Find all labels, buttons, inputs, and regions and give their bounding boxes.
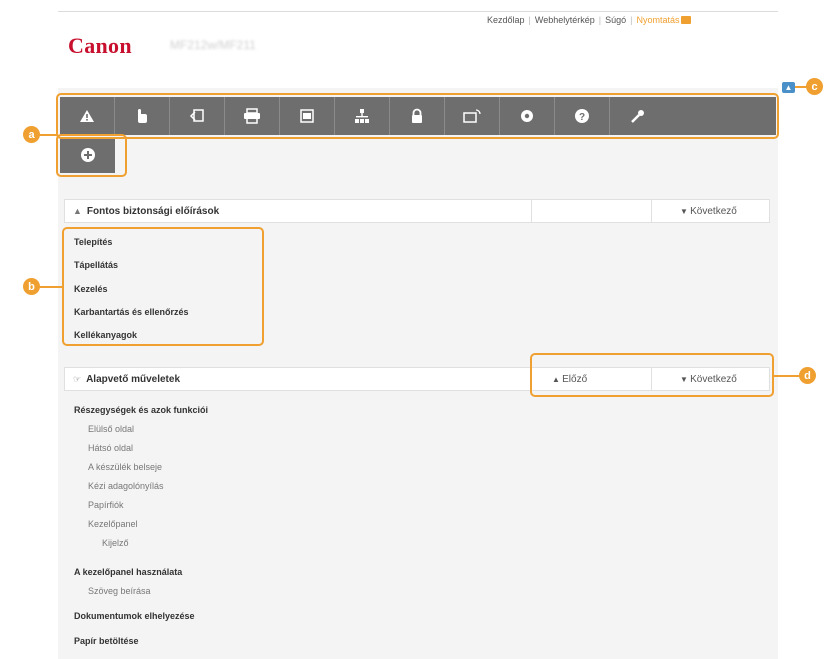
divider <box>651 200 652 222</box>
print-link[interactable]: Nyomtatás <box>636 15 679 25</box>
section-safety-header: ▲ Fontos biztonsági előírások ▼ Következő <box>64 199 770 223</box>
separator: | <box>598 15 602 25</box>
separator: | <box>630 15 633 25</box>
callout-d: d <box>799 367 816 384</box>
separator: | <box>528 15 531 25</box>
link-papirfiok[interactable]: Papírfiók <box>88 500 124 510</box>
link-hatso-oldal[interactable]: Hátsó oldal <box>88 443 133 453</box>
link-papir-betoltese[interactable]: Papír betöltése <box>74 636 139 646</box>
callout-line-d <box>772 375 800 377</box>
callout-frame-a-extra <box>56 134 127 177</box>
arrow-down-icon: ▼ <box>680 207 691 216</box>
canon-logo[interactable]: Canon <box>68 33 132 59</box>
sitemap-link[interactable]: Webhelytérkép <box>535 15 595 25</box>
link-keszulek-belseje[interactable]: A készülék belseje <box>88 462 162 472</box>
callout-a: a <box>23 126 40 143</box>
callout-line-b <box>38 286 64 288</box>
next-link[interactable]: ▼ Következő <box>680 206 737 217</box>
link-kezi-adagolo[interactable]: Kézi adagolónyílás <box>88 481 164 491</box>
callout-frame-a <box>56 93 779 139</box>
warning-icon: ▲ <box>73 206 82 216</box>
link-kezelopanel-hasznalata[interactable]: A kezelőpanel használata <box>74 567 182 577</box>
divider <box>531 200 532 222</box>
section-safety-title[interactable]: ▲ Fontos biztonsági előírások <box>73 206 219 217</box>
back-to-top-icon[interactable]: ▲ <box>782 82 795 93</box>
top-links: Kezdőlap | Webhelytérkép | Súgó | Nyomtatás <box>487 15 692 25</box>
callout-c: c <box>806 78 823 95</box>
link-kijelzo[interactable]: Kijelző <box>102 538 129 548</box>
callout-frame-d <box>530 353 774 397</box>
link-elulso-oldal[interactable]: Elülső oldal <box>88 424 134 434</box>
link-kezelopanel[interactable]: Kezelőpanel <box>88 519 138 529</box>
section-basic-title[interactable]: ☞ Alapvető műveletek <box>73 374 180 385</box>
printer-icon[interactable] <box>681 16 692 24</box>
link-dokumentumok[interactable]: Dokumentumok elhelyezése <box>74 611 195 621</box>
model-name: MF212w/MF211 <box>170 38 256 52</box>
hand-pointer-icon: ☞ <box>73 374 82 384</box>
home-link[interactable]: Kezdőlap <box>487 15 525 25</box>
callout-frame-b <box>62 227 264 346</box>
top-rule <box>58 11 778 12</box>
help-link[interactable]: Súgó <box>605 15 626 25</box>
callout-line-a <box>38 134 58 136</box>
link-reszegysegek[interactable]: Részegységek és azok funkciói <box>74 405 208 415</box>
callout-b: b <box>23 278 40 295</box>
link-szoveg-beirasa[interactable]: Szöveg beírása <box>88 586 151 596</box>
